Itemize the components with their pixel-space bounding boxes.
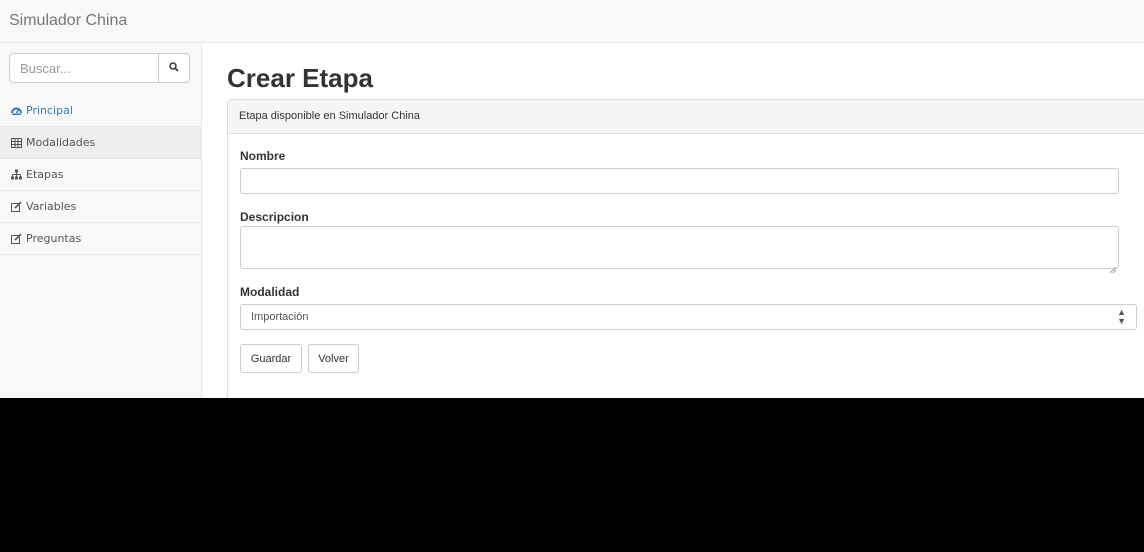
sidebar-item-principal[interactable]: Principal [0, 95, 201, 127]
sidebar-item-preguntas[interactable]: Preguntas [0, 223, 201, 255]
resize-handle-icon[interactable] [1109, 260, 1117, 274]
sidebar-item-label: Preguntas [26, 232, 82, 245]
sidebar-nav: Principal Modalidades Etapas Variables P… [0, 95, 201, 255]
sidebar-item-label: Etapas [26, 168, 64, 181]
descripcion-label: Descripcion [240, 210, 309, 224]
descripcion-textarea[interactable] [240, 226, 1119, 274]
sidebar-item-label: Modalidades [26, 136, 96, 149]
search-button[interactable] [158, 53, 190, 83]
modalidad-selected-value: Importación [251, 311, 309, 323]
edit-icon [10, 233, 22, 245]
sidebar-item-modalidades[interactable]: Modalidades [0, 127, 201, 159]
search-input[interactable] [9, 53, 158, 83]
top-navbar: Simulador China [0, 0, 1144, 43]
page-title: Crear Etapa [227, 63, 373, 93]
search-icon [169, 59, 179, 77]
modalidad-select[interactable]: Importación ▲ ▼ [240, 304, 1137, 330]
save-button[interactable]: Guardar [240, 344, 302, 373]
sidebar-item-etapas[interactable]: Etapas [0, 159, 201, 191]
nombre-input[interactable] [240, 168, 1119, 194]
search-group [9, 53, 190, 83]
modalidad-label: Modalidad [240, 285, 300, 299]
sidebar: Principal Modalidades Etapas Variables P… [0, 43, 202, 398]
back-button[interactable]: Volver [308, 344, 359, 373]
select-arrows-icon: ▲ ▼ [1117, 307, 1126, 326]
sidebar-item-variables[interactable]: Variables [0, 191, 201, 223]
brand-link[interactable]: Simulador China [9, 12, 127, 30]
form-panel: Etapa disponible en Simulador China Nomb… [227, 99, 1144, 426]
sidebar-item-label: Variables [26, 200, 77, 213]
dashboard-icon [10, 105, 22, 117]
sidebar-item-label: Principal [26, 104, 73, 117]
nombre-label: Nombre [240, 149, 286, 163]
panel-heading: Etapa disponible en Simulador China [228, 100, 1144, 134]
sitemap-icon [10, 169, 22, 181]
main-content: Crear Etapa Etapa disponible en Simulado… [202, 43, 1144, 426]
black-overlay [202, 398, 1144, 504]
table-icon [10, 137, 22, 149]
edit-icon [10, 201, 22, 213]
